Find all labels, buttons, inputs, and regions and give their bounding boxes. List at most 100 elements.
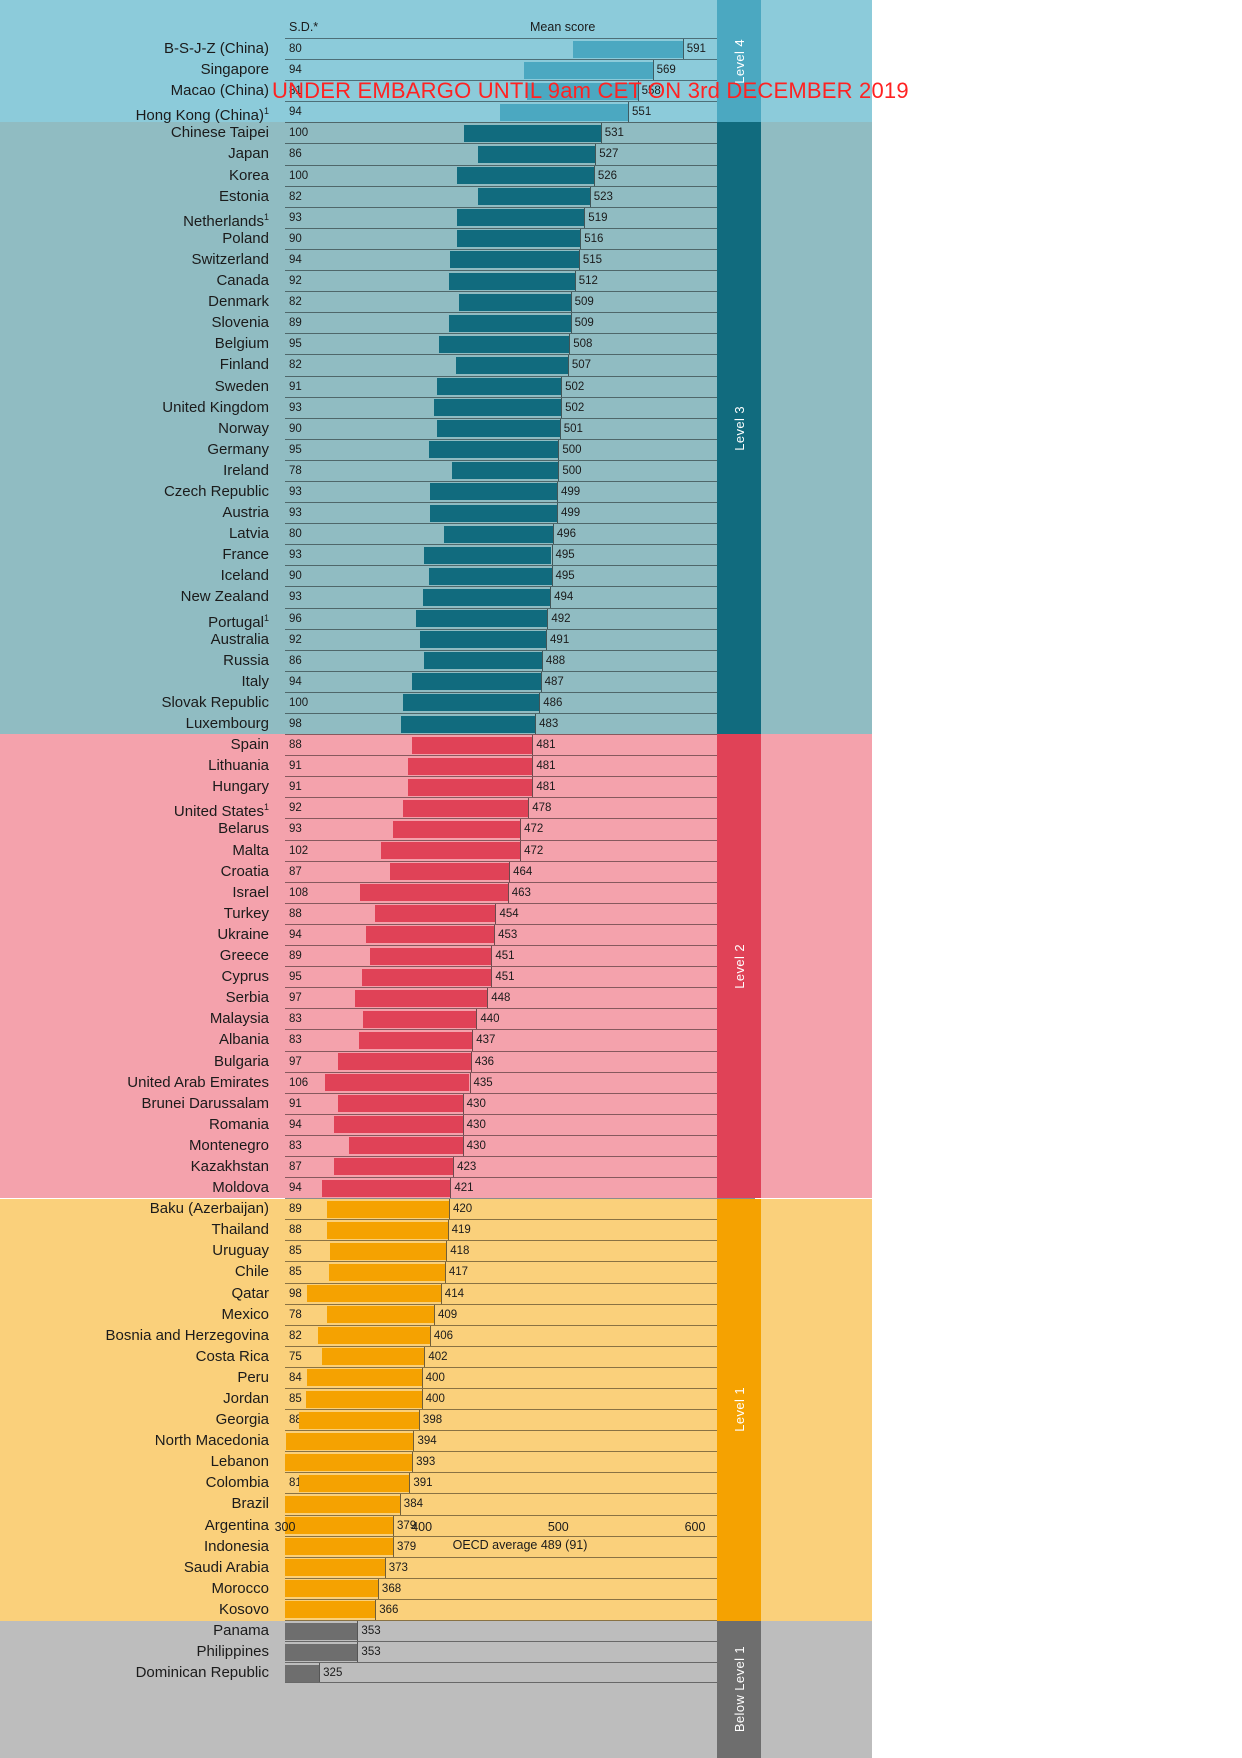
row-plot: 92 491	[285, 628, 755, 650]
row-plot: 93 494	[285, 586, 755, 608]
axis-tick-500: 500	[547, 1520, 569, 1534]
row-plot: 86 527	[285, 143, 755, 165]
mean-score-value: 454	[499, 907, 519, 920]
row-spacer	[755, 376, 872, 397]
mean-score-value: 430	[466, 1139, 486, 1152]
mean-marker	[375, 1599, 377, 1621]
score-bar	[327, 1221, 448, 1239]
mean-marker	[600, 123, 602, 144]
mean-marker	[682, 39, 684, 60]
score-bar	[408, 778, 533, 796]
row-spacer	[755, 840, 872, 861]
row-plot: 93394	[285, 1430, 755, 1452]
mean-score-value: 523	[593, 190, 613, 203]
sd-value: 93	[289, 549, 302, 562]
country-label: Portugal1	[208, 612, 269, 631]
mean-marker	[556, 503, 558, 524]
country-label: Saudi Arabia	[183, 1558, 269, 1576]
sd-value: 80	[289, 528, 302, 541]
row-plot: 77353	[285, 1620, 755, 1642]
score-bar	[451, 462, 559, 480]
score-bar	[420, 631, 547, 649]
row-plot: 94 421	[285, 1177, 755, 1199]
country-label: Montenegro	[188, 1136, 269, 1154]
sd-value: 97	[289, 992, 302, 1005]
country-label: Morocco	[211, 1579, 269, 1597]
mean-score-value: 421	[454, 1182, 474, 1195]
mean-score-value: 486	[543, 696, 563, 709]
mean-marker	[462, 1135, 464, 1156]
sd-value: 82	[289, 296, 302, 309]
row-plot: 98 483	[285, 713, 755, 735]
mean-marker	[558, 460, 560, 481]
mean-marker	[578, 249, 580, 271]
mean-score-value: 325	[323, 1667, 343, 1680]
row-spacer	[755, 1599, 872, 1620]
mean-score-value: 436	[474, 1055, 495, 1068]
sd-value: 89	[289, 1203, 302, 1216]
row-plot: 82 406	[285, 1324, 755, 1346]
score-bar	[412, 736, 533, 754]
score-bar	[449, 272, 575, 290]
country-label: Finland	[219, 356, 269, 374]
sd-value: 100	[289, 696, 309, 709]
level-strip-below-level-1: Below Level 1	[717, 1620, 761, 1758]
row-plot: 90 516	[285, 227, 755, 249]
row-plot: 92 478	[285, 797, 755, 819]
row-spacer	[755, 439, 872, 460]
row-spacer	[755, 481, 872, 502]
mean-score-value: 423	[457, 1160, 477, 1173]
sd-value: 90	[289, 232, 302, 245]
mean-score-value: 516	[584, 232, 604, 245]
mean-marker	[444, 1262, 446, 1283]
row-plot: 83 440	[285, 1008, 755, 1030]
row-spacer	[755, 966, 872, 987]
row-spacer	[755, 38, 872, 59]
row-plot: 90 495	[285, 565, 755, 587]
sd-value: 82	[289, 190, 302, 203]
row-plot: 91 430	[285, 1092, 755, 1114]
score-bar	[423, 588, 551, 606]
country-label: Bulgaria	[213, 1052, 269, 1070]
row-spacer	[755, 460, 872, 481]
score-bar	[412, 673, 541, 691]
country-label: Singapore	[200, 61, 269, 79]
row-spacer	[755, 861, 872, 882]
row-spacer	[755, 1114, 872, 1135]
country-label: Moldova	[212, 1179, 269, 1197]
mean-marker	[392, 1515, 394, 1536]
row-spacer	[755, 608, 872, 629]
sd-value: 85	[289, 1245, 302, 1258]
sd-value: 94	[289, 928, 302, 941]
country-label: Brunei Darussalam	[141, 1094, 269, 1112]
mean-marker	[541, 650, 543, 671]
country-label: Sweden	[214, 377, 269, 395]
mean-marker	[561, 376, 563, 397]
mean-score-value: 531	[604, 127, 624, 140]
mean-marker	[470, 1051, 472, 1072]
mean-marker	[547, 608, 549, 629]
score-bar	[285, 1622, 358, 1640]
row-spacer	[755, 502, 872, 523]
mean-score-value: 406	[433, 1329, 454, 1342]
mean-score-value: 478	[532, 802, 552, 815]
mean-marker	[535, 714, 537, 735]
score-bar	[338, 1053, 471, 1070]
sd-value: 78	[289, 464, 302, 477]
row-plot: 85 417	[285, 1261, 755, 1283]
row-plot: 91 481	[285, 776, 755, 798]
score-bar	[361, 968, 492, 986]
level-strip-label: Level 2	[731, 944, 747, 989]
mean-marker	[539, 692, 541, 713]
row-spacer	[755, 1451, 872, 1472]
row-plot: 87 464	[285, 860, 755, 882]
sd-value: 95	[289, 338, 302, 351]
country-label: Czech Republic	[163, 482, 269, 500]
country-label: United Kingdom	[162, 398, 269, 416]
row-spacer	[755, 1261, 872, 1282]
mean-score-value: 418	[450, 1245, 470, 1258]
country-label: Malaysia	[209, 1010, 269, 1028]
row-plot: 94 453	[285, 923, 755, 946]
sd-value: 91	[289, 1097, 302, 1110]
country-label: Philippines	[196, 1643, 269, 1661]
